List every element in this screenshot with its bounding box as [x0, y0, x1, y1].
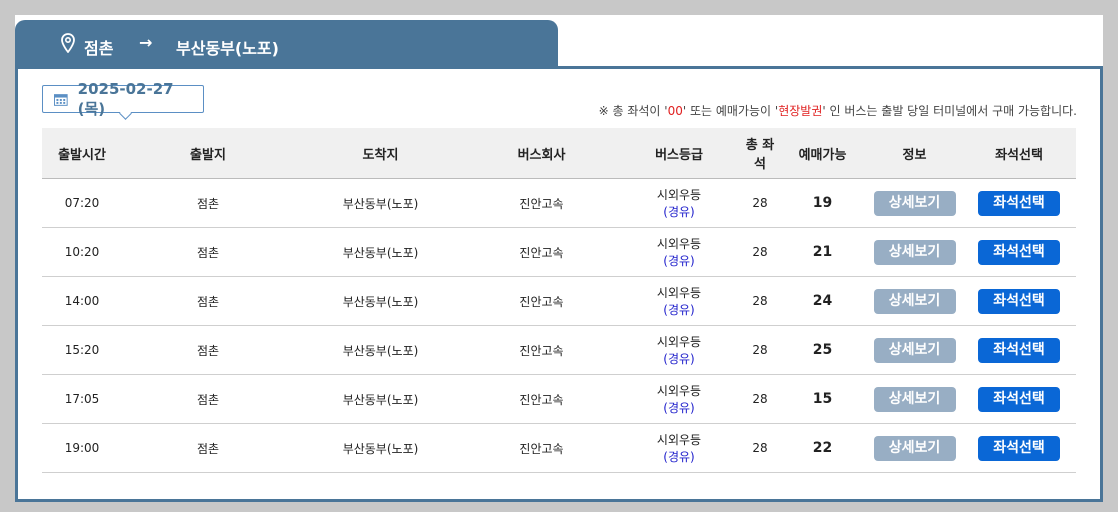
route-arrow-icon: →	[139, 33, 153, 52]
route-origin: 점촌	[84, 39, 114, 58]
arrival-terminal: 부산동부(노포)	[294, 276, 467, 326]
table-row: 19:00 점촌 부산동부(노포) 진안고속 시외우등 (경유) 28 22 상세…	[42, 423, 1076, 473]
detail-button[interactable]: 상세보기	[873, 435, 956, 461]
column-header: 출발시간	[42, 128, 122, 179]
table-row: 15:20 점촌 부산동부(노포) 진안고속 시외우등 (경유) 28 25 상세…	[42, 325, 1076, 375]
column-header: 정보	[867, 128, 962, 179]
arrival-terminal: 부산동부(노포)	[294, 374, 467, 424]
select-seat-button[interactable]: 좌석선택	[978, 386, 1060, 412]
column-header: 좌석선택	[962, 128, 1076, 179]
total-seats: 28	[742, 227, 778, 277]
table-row: 14:00 점촌 부산동부(노포) 진안고속 시외우등 (경유) 28 24 상세…	[42, 276, 1076, 326]
bus-grade: 시외우등 (경유)	[616, 423, 742, 473]
arrival-terminal: 부산동부(노포)	[294, 178, 467, 228]
bus-company: 진안고속	[467, 178, 616, 228]
select-seat-button[interactable]: 좌석선택	[978, 190, 1060, 216]
select-seat-button[interactable]: 좌석선택	[978, 288, 1060, 314]
detail-button[interactable]: 상세보기	[873, 337, 956, 363]
arrival-terminal: 부산동부(노포)	[294, 423, 467, 473]
column-header: 버스등급	[616, 128, 742, 179]
bus-company: 진안고속	[467, 227, 616, 277]
bus-grade: 시외우등 (경유)	[616, 178, 742, 228]
departure-time: 14:00	[42, 276, 122, 326]
departure-terminal: 점촌	[122, 276, 294, 326]
available-seats: 21	[778, 227, 867, 277]
column-header: 예매가능	[778, 128, 867, 179]
schedule-panel: 2025-02-27 (목) ※ 총 좌석이 '00' 또는 예매가능이 '현장…	[15, 66, 1103, 502]
departure-time: 19:00	[42, 423, 122, 473]
departure-terminal: 점촌	[122, 374, 294, 424]
total-seats: 28	[742, 276, 778, 326]
bus-company: 진안고속	[467, 325, 616, 375]
departure-terminal: 점촌	[122, 227, 294, 277]
detail-button[interactable]: 상세보기	[873, 386, 956, 412]
available-seats: 25	[778, 325, 867, 375]
select-seat-button[interactable]: 좌석선택	[978, 337, 1060, 363]
available-seats: 22	[778, 423, 867, 473]
select-seat-button[interactable]: 좌석선택	[978, 435, 1060, 461]
calendar-icon	[54, 93, 68, 106]
detail-button[interactable]: 상세보기	[873, 239, 956, 265]
column-header: 도착지	[294, 128, 467, 179]
route-destination: 부산동부(노포)	[176, 39, 279, 58]
date-selector[interactable]: 2025-02-27 (목)	[42, 80, 204, 118]
table-row: 17:05 점촌 부산동부(노포) 진안고속 시외우등 (경유) 28 15 상세…	[42, 374, 1076, 424]
column-header: 총 좌석	[742, 128, 778, 179]
departure-terminal: 점촌	[122, 325, 294, 375]
total-seats: 28	[742, 374, 778, 424]
purchase-notice: ※ 총 좌석이 '00' 또는 예매가능이 '현장발권' 인 버스는 출발 당일…	[598, 104, 1077, 118]
bus-grade: 시외우등 (경유)	[616, 374, 742, 424]
departure-time: 07:20	[42, 178, 122, 228]
table-row: 10:20 점촌 부산동부(노포) 진안고속 시외우등 (경유) 28 21 상세…	[42, 227, 1076, 277]
bus-grade: 시외우등 (경유)	[616, 276, 742, 326]
total-seats: 28	[742, 325, 778, 375]
departure-terminal: 점촌	[122, 178, 294, 228]
route-tab: 점촌 → 부산동부(노포)	[15, 20, 558, 66]
arrival-terminal: 부산동부(노포)	[294, 325, 467, 375]
location-pin-icon	[61, 33, 75, 53]
departure-time: 17:05	[42, 374, 122, 424]
bus-company: 진안고속	[467, 276, 616, 326]
available-seats: 19	[778, 178, 867, 228]
bus-company: 진안고속	[467, 423, 616, 473]
bus-schedule-table: 출발시간 출발지 도착지 버스회사 버스등급 총 좌석 예매가능 정보 좌석선택…	[42, 128, 1076, 473]
schedule-frame: 점촌 → 부산동부(노포) 2025-02-27 (목) ※ 총 좌석이 '00…	[15, 15, 1103, 502]
departure-terminal: 점촌	[122, 423, 294, 473]
bus-grade: 시외우등 (경유)	[616, 325, 742, 375]
departure-time: 10:20	[42, 227, 122, 277]
bus-grade: 시외우등 (경유)	[616, 227, 742, 277]
total-seats: 28	[742, 423, 778, 473]
available-seats: 24	[778, 276, 867, 326]
departure-time: 15:20	[42, 325, 122, 375]
table-row: 07:20 점촌 부산동부(노포) 진안고속 시외우등 (경유) 28 19 상세…	[42, 178, 1076, 228]
select-seat-button[interactable]: 좌석선택	[978, 239, 1060, 265]
available-seats: 15	[778, 374, 867, 424]
total-seats: 28	[742, 178, 778, 228]
detail-button[interactable]: 상세보기	[873, 288, 956, 314]
bus-company: 진안고속	[467, 374, 616, 424]
detail-button[interactable]: 상세보기	[873, 190, 956, 216]
column-header: 출발지	[122, 128, 294, 179]
arrival-terminal: 부산동부(노포)	[294, 227, 467, 277]
column-header: 버스회사	[467, 128, 616, 179]
selected-date: 2025-02-27 (목)	[77, 79, 174, 118]
table-header-row: 출발시간 출발지 도착지 버스회사 버스등급 총 좌석 예매가능 정보 좌석선택	[42, 128, 1076, 179]
